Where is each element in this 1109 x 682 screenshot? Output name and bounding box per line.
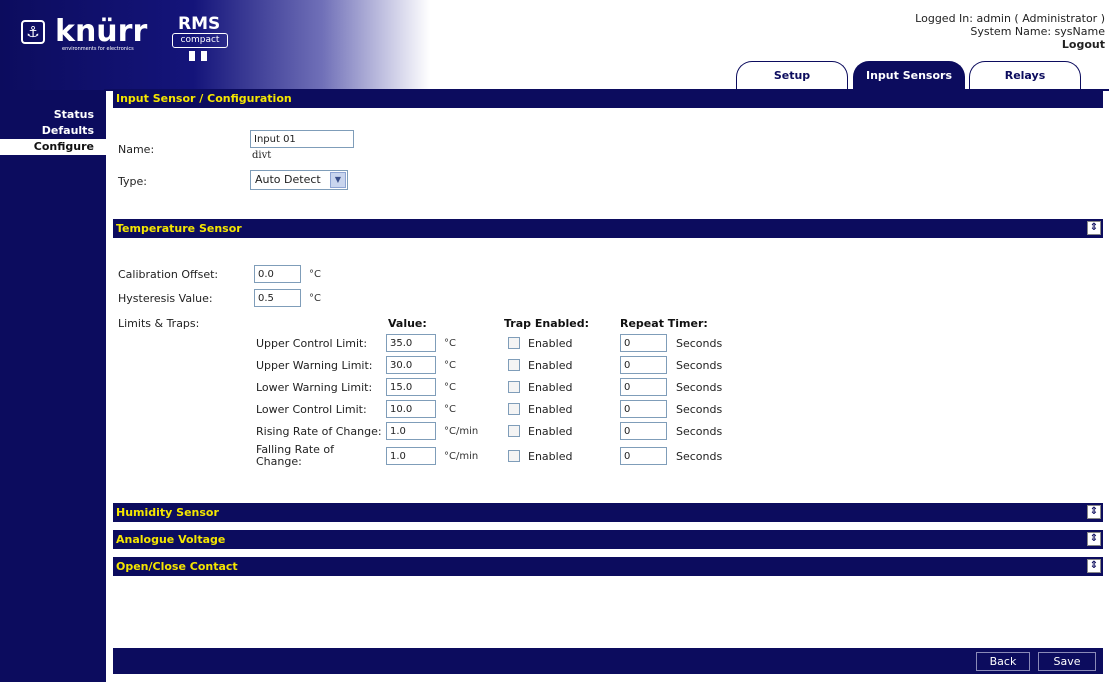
footer-bar: Back Save xyxy=(113,648,1103,674)
seconds-label: Seconds xyxy=(676,425,723,438)
tab-input-sensors[interactable]: Input Sensors xyxy=(853,61,965,91)
rising-rate-input[interactable] xyxy=(386,422,436,440)
repeat-timer-column-header: Repeat Timer: xyxy=(620,317,708,330)
tab-relays[interactable]: Relays xyxy=(969,61,1081,91)
calibration-unit: °C xyxy=(309,269,321,280)
lower-control-limit-label: Lower Control Limit: xyxy=(256,403,367,416)
hysteresis-input[interactable] xyxy=(254,289,301,307)
collapse-toggle-icon[interactable]: ⇕ xyxy=(1087,221,1101,235)
limits-traps-label: Limits & Traps: xyxy=(118,317,200,330)
type-select[interactable]: Auto Detect ▼ xyxy=(250,170,348,190)
seconds-label: Seconds xyxy=(676,381,723,394)
repeat-timer-input[interactable] xyxy=(620,422,667,440)
system-name-text: System Name: sysName xyxy=(970,25,1105,38)
seconds-label: Seconds xyxy=(676,359,723,372)
seconds-label: Seconds xyxy=(676,403,723,416)
value-unit: °C xyxy=(444,338,456,349)
humidity-section-title: Humidity Sensor xyxy=(116,506,219,519)
type-label: Type: xyxy=(118,175,147,188)
chevron-down-icon[interactable]: ▼ xyxy=(330,172,346,188)
trap-checkbox[interactable] xyxy=(508,381,520,393)
calibration-input[interactable] xyxy=(254,265,301,283)
humidity-section-header: Humidity Sensor ⇕ xyxy=(113,503,1103,522)
upper-warning-limit-input[interactable] xyxy=(386,356,436,374)
config-section-header: Input Sensor / Configuration xyxy=(113,89,1103,108)
seconds-label: Seconds xyxy=(676,450,723,463)
sidebar-item-defaults[interactable]: Defaults xyxy=(0,123,106,139)
expand-toggle-icon[interactable]: ⇕ xyxy=(1087,559,1101,573)
trap-enabled-column-header: Trap Enabled: xyxy=(504,317,589,330)
value-column-header: Value: xyxy=(388,317,427,330)
trap-enabled-label: Enabled xyxy=(528,359,573,372)
analogue-section-title: Analogue Voltage xyxy=(116,533,226,546)
analogue-section-header: Analogue Voltage ⇕ xyxy=(113,530,1103,549)
trap-checkbox[interactable] xyxy=(508,403,520,415)
sidebar-item-configure[interactable]: Configure xyxy=(0,139,106,155)
calibration-label: Calibration Offset: xyxy=(118,268,219,281)
value-unit: °C/min xyxy=(444,426,479,437)
logo-band: ⚓ knürr environments for electronics RMS… xyxy=(0,0,430,90)
contact-section-title: Open/Close Contact xyxy=(116,560,238,573)
product-bars-icon xyxy=(189,51,207,61)
repeat-timer-input[interactable] xyxy=(620,400,667,418)
expand-toggle-icon[interactable]: ⇕ xyxy=(1087,532,1101,546)
contact-section-header: Open/Close Contact ⇕ xyxy=(113,557,1103,576)
repeat-timer-input[interactable] xyxy=(620,447,667,465)
product-name: RMS xyxy=(178,14,221,34)
falling-rate-input[interactable] xyxy=(386,447,436,465)
type-select-value: Auto Detect xyxy=(255,173,321,186)
lower-warning-limit-label: Lower Warning Limit: xyxy=(256,381,373,394)
trap-checkbox[interactable] xyxy=(508,450,520,462)
trap-checkbox[interactable] xyxy=(508,337,520,349)
hysteresis-label: Hysteresis Value: xyxy=(118,292,213,305)
value-unit: °C/min xyxy=(444,451,479,462)
back-button[interactable]: Back xyxy=(976,652,1030,671)
sidebar: Status Defaults Configure xyxy=(0,90,106,682)
logged-in-text: Logged In: admin ( Administrator ) xyxy=(915,12,1105,25)
trap-checkbox[interactable] xyxy=(508,425,520,437)
repeat-timer-input[interactable] xyxy=(620,334,667,352)
sidebar-item-status[interactable]: Status xyxy=(0,107,106,123)
trap-checkbox[interactable] xyxy=(508,359,520,371)
trap-enabled-label: Enabled xyxy=(528,403,573,416)
header: ⚓ knürr environments for electronics RMS… xyxy=(0,0,1109,91)
repeat-timer-input[interactable] xyxy=(620,356,667,374)
upper-control-limit-label: Upper Control Limit: xyxy=(256,337,368,350)
trap-enabled-label: Enabled xyxy=(528,337,573,350)
value-unit: °C xyxy=(444,404,456,415)
repeat-timer-input[interactable] xyxy=(620,378,667,396)
name-input[interactable] xyxy=(250,130,354,148)
value-unit: °C xyxy=(444,360,456,371)
falling-rate-label: Falling Rate of Change: xyxy=(256,443,334,468)
knurr-emblem-icon: ⚓ xyxy=(21,20,45,44)
name-subtext: divt xyxy=(252,150,272,161)
hysteresis-unit: °C xyxy=(309,293,321,304)
login-info: Logged In: admin ( Administrator ) Syste… xyxy=(915,12,1105,51)
trap-enabled-label: Enabled xyxy=(528,450,573,463)
logo-tagline: environments for electronics xyxy=(62,46,134,52)
expand-toggle-icon[interactable]: ⇕ xyxy=(1087,505,1101,519)
value-unit: °C xyxy=(444,382,456,393)
logo-text: knürr xyxy=(55,14,148,49)
save-button[interactable]: Save xyxy=(1038,652,1096,671)
rising-rate-label: Rising Rate of Change: xyxy=(256,425,382,438)
logout-link[interactable]: Logout xyxy=(915,38,1105,51)
upper-control-limit-input[interactable] xyxy=(386,334,436,352)
product-variant: compact xyxy=(172,33,228,48)
tab-setup[interactable]: Setup xyxy=(736,61,848,91)
trap-enabled-label: Enabled xyxy=(528,381,573,394)
upper-warning-limit-label: Upper Warning Limit: xyxy=(256,359,373,372)
temperature-section-title: Temperature Sensor xyxy=(116,222,242,235)
lower-warning-limit-input[interactable] xyxy=(386,378,436,396)
temperature-section-header: Temperature Sensor ⇕ xyxy=(113,219,1103,238)
lower-control-limit-input[interactable] xyxy=(386,400,436,418)
seconds-label: Seconds xyxy=(676,337,723,350)
trap-enabled-label: Enabled xyxy=(528,425,573,438)
name-label: Name: xyxy=(118,143,155,156)
